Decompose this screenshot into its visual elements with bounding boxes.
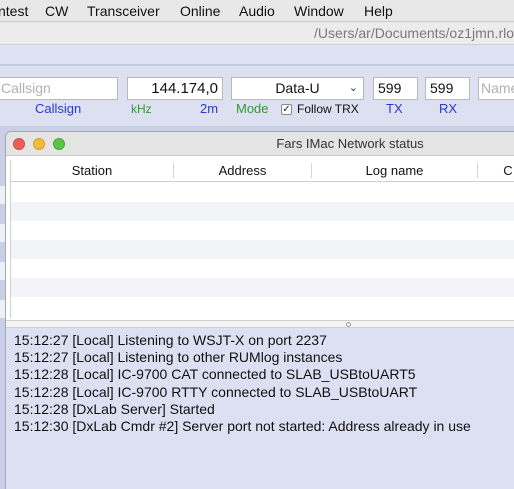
table-row[interactable] (11, 183, 514, 202)
menu-bar: ntest CW Transceiver Online Audio Window… (0, 0, 514, 22)
menu-item-contest[interactable]: ntest (0, 3, 38, 19)
frequency-input[interactable]: 144.174,0 (127, 77, 223, 100)
log-line: 15:12:28 [DxLab Server] Started (14, 400, 215, 417)
column-header-c[interactable]: C (478, 163, 514, 178)
table-row[interactable] (11, 297, 514, 316)
network-status-window: Fars IMac Network status Station Address… (5, 131, 514, 489)
window-title: Fars IMac Network status (276, 136, 424, 151)
menu-item-window[interactable]: Window (294, 3, 364, 19)
menu-item-cw[interactable]: CW (45, 3, 85, 19)
rst-tx-input[interactable]: 599 (373, 77, 418, 100)
table-header: Station Address Log name C (11, 160, 514, 182)
band-label: 2m (200, 101, 219, 116)
column-header-station[interactable]: Station (11, 163, 173, 178)
status-log[interactable]: 15:12:27 [Local] Listening to WSJT-X on … (6, 328, 514, 489)
menu-item-online[interactable]: Online (180, 3, 239, 19)
log-line: 15:12:28 [Local] IC-9700 RTTY connected … (14, 383, 418, 400)
network-table: Station Address Log name C (10, 160, 514, 318)
table-row[interactable] (11, 240, 514, 259)
callsign-input[interactable]: Callsign (0, 77, 118, 100)
log-line: 15:12:27 [Local] Listening to WSJT-X on … (14, 332, 327, 348)
splitter-handle-icon[interactable] (346, 322, 351, 327)
tx-label: TX (386, 101, 403, 116)
table-row[interactable] (11, 202, 514, 221)
rst-rx-input[interactable]: 599 (425, 77, 470, 100)
menu-item-help[interactable]: Help (364, 3, 404, 19)
follow-trx-checkbox[interactable]: ✓ Follow TRX (281, 102, 359, 116)
mode-label: Mode (236, 101, 269, 116)
rx-label: RX (439, 101, 458, 116)
khz-label: kHz (131, 102, 152, 116)
split-view-divider[interactable] (6, 320, 514, 328)
log-line: 15:12:28 [Local] IC-9700 CAT connected t… (14, 366, 416, 383)
callsign-label: Callsign (35, 101, 82, 116)
window-title-bar[interactable]: Fars IMac Network status (6, 132, 514, 156)
toolbar-strip (0, 45, 514, 65)
checkbox-checked-icon: ✓ (281, 103, 292, 115)
follow-trx-label: Follow TRX (297, 102, 359, 116)
column-header-address[interactable]: Address (174, 163, 311, 178)
log-line: 15:12:27 [Local] Listening to other RUMl… (14, 349, 343, 366)
mode-select[interactable]: Data-U ⌄ (231, 77, 364, 100)
column-header-log-name[interactable]: Log name (312, 163, 477, 178)
menu-item-audio[interactable]: Audio (239, 3, 294, 19)
table-row[interactable] (11, 278, 514, 297)
log-line: 15:12:30 [DxLab Cmdr #2] Server port not… (14, 418, 471, 435)
document-path-bar: /Users/ar/Documents/oz1jmn.rlo (0, 22, 514, 45)
qso-entry-row: Callsign Callsign 144.174,0 kHz 2m Data-… (0, 66, 514, 126)
name-input[interactable]: Name (478, 77, 514, 100)
table-row[interactable] (11, 259, 514, 278)
menu-item-transceiver[interactable]: Transceiver (87, 3, 180, 19)
document-path: /Users/ar/Documents/oz1jmn.rlo (314, 25, 514, 41)
chevron-down-icon: ⌄ (348, 82, 358, 94)
table-row[interactable] (11, 221, 514, 240)
mode-select-value: Data-U (275, 80, 320, 96)
